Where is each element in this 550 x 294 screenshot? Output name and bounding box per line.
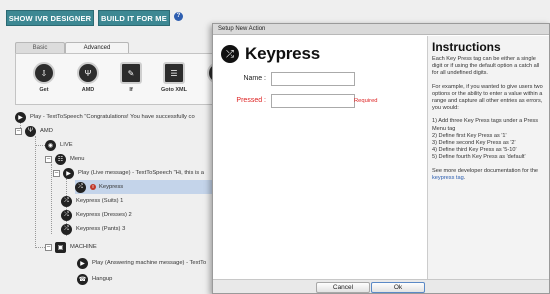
tool-get[interactable]: ⇩ Get [28,62,60,93]
pressed-input[interactable] [271,94,355,108]
tab-advanced[interactable]: Advanced [65,42,129,53]
tree-node-play-live[interactable]: – ▶ Play (Live message) - TextToSpeech "… [53,166,204,180]
dialog-footer: Cancel Ok [213,279,549,293]
tab-basic[interactable]: Basic [15,42,65,53]
instructions-steps: 1) Add three Key Press tags under a Pres… [432,118,539,161]
document-icon: ☰ [163,62,185,84]
antenna-icon: Ψ [77,62,99,84]
tree-node-menu[interactable]: – ☷ Menu [45,152,85,166]
tree-node-keypress-suits[interactable]: ⤮ Keypress (Suits) 1 [61,194,123,208]
tree-node-play-tts[interactable]: ▶ Play - TextToSpeech "Congratulations! … [15,110,195,124]
collapse-toggle[interactable]: – [15,127,22,135]
required-indicator: Required [354,98,378,104]
menu-icon: ☷ [55,153,66,165]
instructions-panel: Instructions Each Key Press tag can be e… [427,36,549,281]
shuffle-icon: ⤮ [61,195,72,207]
pressed-label: Pressed : [236,97,266,104]
ok-button[interactable]: Ok [371,282,425,293]
tool-amd[interactable]: Ψ AMD [72,62,104,93]
collapse-toggle[interactable]: – [53,169,60,177]
tree-node-amd[interactable]: – Ψ AMD [15,124,53,138]
tool-if[interactable]: ✎ If [115,62,147,93]
keypress-tag-link[interactable]: keypress tag [432,175,464,181]
tree-node-keypress-dresses[interactable]: ⤮ Keypress (Dresses) 2 [61,208,132,222]
name-input[interactable] [271,72,355,86]
instructions-paragraph: For example, if you wanted to give users… [432,83,543,112]
name-label: Name : [243,75,266,82]
shuffle-icon: ⤮ [75,181,86,193]
antenna-icon: Ψ [25,125,36,137]
help-icon[interactable]: ? [174,12,183,21]
tool-goto-xml[interactable]: ☰ Goto XML [158,62,190,93]
play-icon: ▶ [63,167,74,179]
dialog-title[interactable]: Setup New Action [213,24,549,35]
tree-node-machine[interactable]: – ▣ MACHINE [45,240,97,254]
live-icon: ◉ [45,139,56,151]
warning-icon: ! [90,184,96,190]
tree-node-live[interactable]: ◉ LIVE [45,138,73,152]
action-heading: ⤮ Keypress [221,44,320,64]
tree-node-keypress-selected[interactable]: ⤮ ! Keypress [75,180,225,194]
shuffle-icon: ⤮ [61,209,72,221]
tree-node-play-machine[interactable]: ▶ Play (Answering machine message) - Tex… [77,256,206,270]
collapse-toggle[interactable]: – [45,243,52,251]
tree-node-keypress-pants[interactable]: ⤮ Keypress (Pants) 3 [61,222,125,236]
action-title: Keypress [245,44,320,63]
instructions-paragraph: Each Key Press tag can be either a singl… [432,56,540,77]
collapse-toggle[interactable]: – [45,155,52,163]
cancel-button[interactable]: Cancel [316,282,370,293]
condition-icon: ✎ [120,62,142,84]
shuffle-icon: ⤮ [61,223,72,235]
shuffle-icon: ⤮ [221,45,239,63]
play-icon: ▶ [15,111,26,123]
tree-node-hangup[interactable]: ☎ Hangup [77,272,112,286]
show-ivr-designer-button[interactable]: SHOW IVR DESIGNER [6,10,94,26]
instructions-title: Instructions [432,40,501,54]
machine-icon: ▣ [55,241,66,253]
setup-action-dialog: Setup New Action ⤮ Keypress Name : Press… [212,23,550,294]
instructions-paragraph: See more developer documentation for the… [432,167,539,181]
download-icon: ⇩ [33,62,55,84]
build-it-for-me-button[interactable]: BUILD IT FOR ME [98,10,170,26]
hangup-icon: ☎ [77,273,88,285]
play-icon: ▶ [77,257,88,269]
